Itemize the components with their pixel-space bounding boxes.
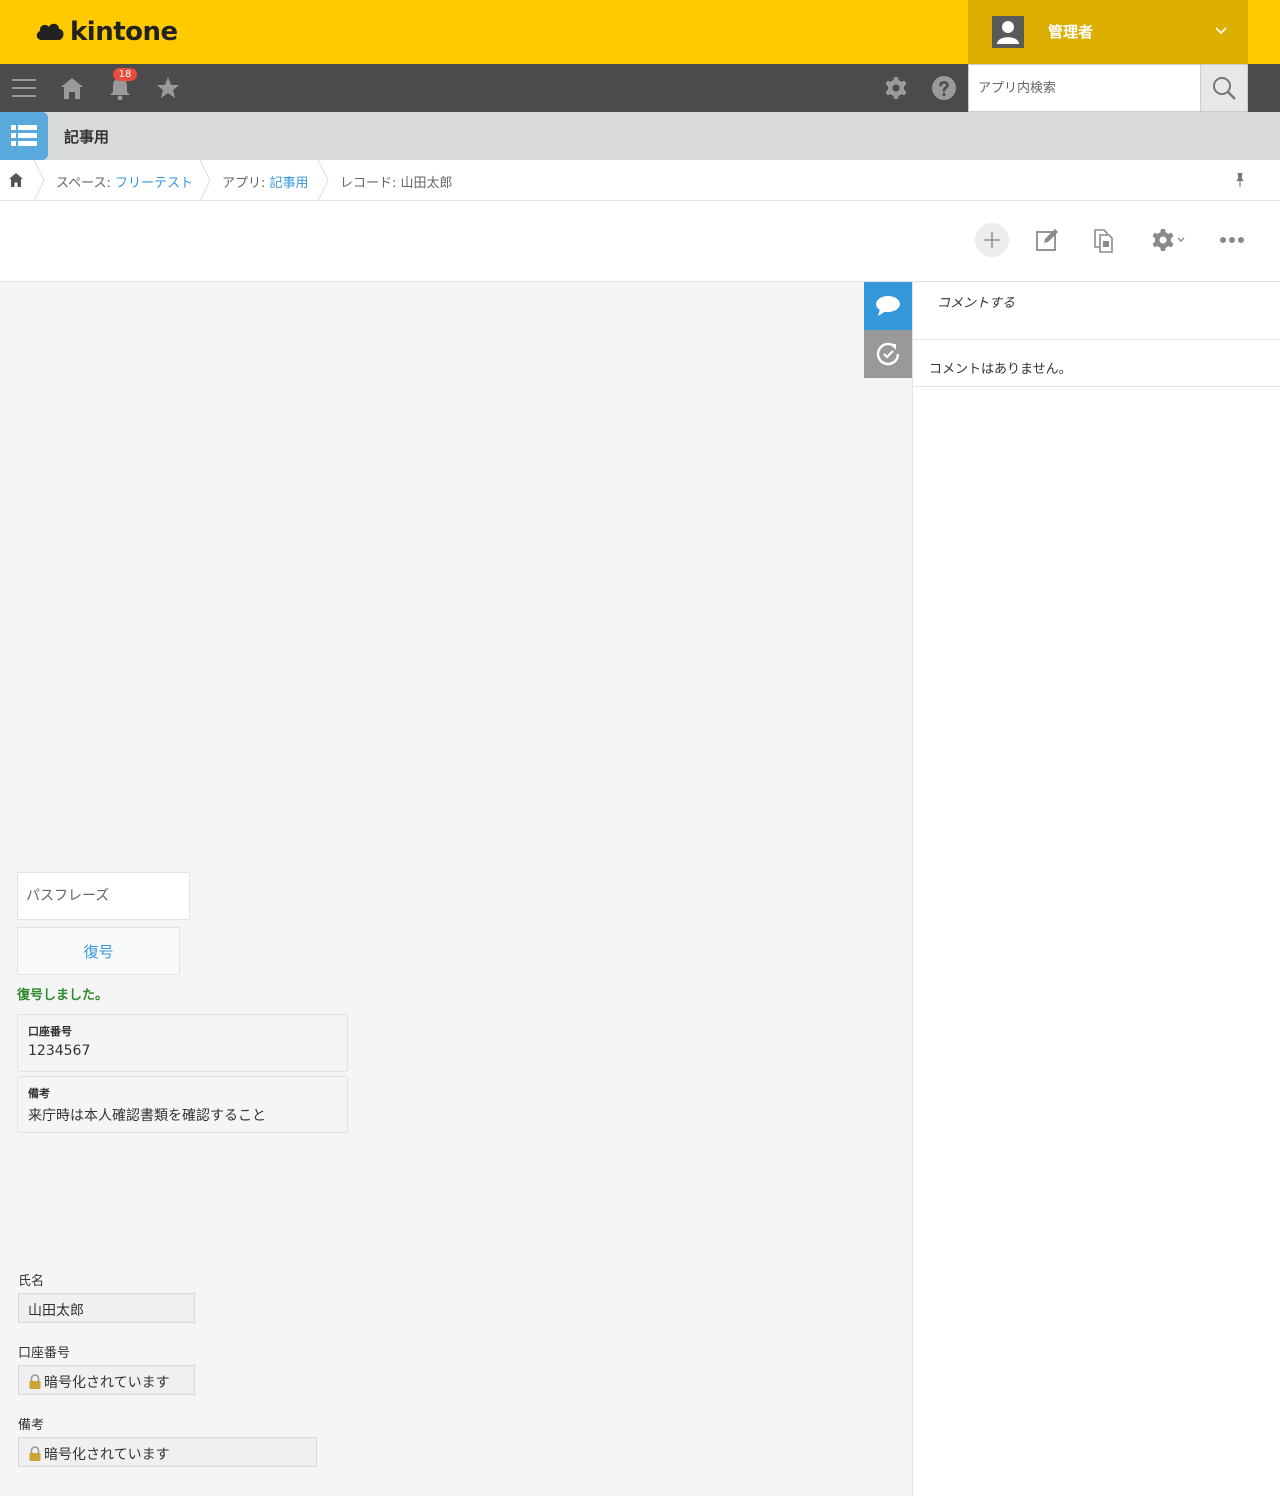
logo-text: kintone — [70, 17, 178, 47]
decrypt-button[interactable]: 復号 — [17, 927, 180, 975]
favorites-button[interactable] — [154, 74, 182, 102]
comment-input[interactable]: コメントする — [913, 282, 1280, 340]
encrypted-text: 暗号化されています — [44, 1447, 170, 1463]
decrypted-field-label: 備考 — [28, 1087, 50, 1100]
passphrase-input[interactable] — [17, 872, 190, 920]
breadcrumb-separator — [33, 160, 45, 201]
star-icon — [157, 77, 179, 98]
chevron-down-icon — [1177, 237, 1185, 242]
encrypted-text: 暗号化されています — [44, 1375, 170, 1391]
home-icon — [61, 78, 83, 99]
decrypted-field-value: 来庁時は本人確認書類を確認すること — [28, 1108, 266, 1124]
breadcrumb-app-label: アプリ: — [222, 176, 270, 191]
menu-button[interactable] — [10, 74, 38, 102]
user-name: 管理者 — [1048, 23, 1094, 41]
notification-badge: 18 — [113, 68, 137, 81]
decrypted-field-notes: 備考 来庁時は本人確認書類を確認すること — [17, 1076, 348, 1133]
field-label-account: 口座番号 — [18, 1346, 71, 1361]
decrypted-field-account: 口座番号 1234567 — [17, 1014, 348, 1072]
app-icon[interactable] — [0, 112, 48, 160]
ellipsis-icon — [1220, 237, 1244, 243]
breadcrumb-separator — [199, 160, 211, 201]
sidebar-tabs — [864, 282, 912, 378]
field-label-notes: 備考 — [18, 1418, 45, 1433]
record-settings-button[interactable] — [1143, 223, 1193, 257]
breadcrumb-app: アプリ: 記事用 — [222, 172, 309, 191]
breadcrumb-app-link[interactable]: 記事用 — [270, 176, 309, 191]
app-title-bar — [0, 112, 1280, 160]
duplicate-record-button[interactable] — [1086, 223, 1120, 257]
comment-panel: コメントする コメントはありません。 — [912, 282, 1280, 1496]
kintone-cloud-icon — [36, 23, 64, 40]
list-icon — [11, 125, 37, 146]
app-search-input[interactable] — [969, 65, 1200, 111]
record-action-bar — [0, 201, 1280, 282]
search-button[interactable] — [1200, 64, 1248, 112]
breadcrumb-separator — [317, 160, 329, 201]
global-header: kintone 管理者 — [0, 0, 1280, 64]
breadcrumb-record: レコード: 山田太郎 — [340, 176, 453, 191]
tab-comments[interactable] — [864, 282, 912, 330]
user-icon — [997, 21, 1019, 44]
more-actions-button[interactable] — [1215, 223, 1249, 257]
decrypted-field-label: 口座番号 — [28, 1025, 72, 1038]
plus-icon — [984, 232, 1000, 248]
pencil-icon — [1036, 229, 1058, 251]
field-value-account: 暗号化されています — [18, 1365, 195, 1395]
decrypt-success-message: 復号しました。 — [17, 988, 109, 1003]
question-icon — [932, 76, 956, 100]
home-button[interactable] — [58, 74, 86, 102]
kintone-logo[interactable]: kintone — [34, 16, 178, 48]
breadcrumb-space-link[interactable]: フリーテスト — [115, 176, 193, 191]
field-value-name: 山田太郎 — [18, 1293, 195, 1323]
no-comment-text: コメントはありません。 — [913, 340, 1280, 387]
user-avatar — [992, 16, 1024, 48]
app-title[interactable]: 記事用 — [64, 126, 109, 147]
chevron-down-icon — [1215, 27, 1227, 35]
history-icon — [876, 342, 900, 366]
decrypted-field-value: 1234567 — [28, 1043, 91, 1059]
add-record-button[interactable] — [975, 223, 1009, 257]
breadcrumb: スペース: フリーテスト アプリ: 記事用 レコード: 山田太郎 — [0, 160, 1280, 201]
breadcrumb-space: スペース: フリーテスト — [56, 172, 193, 191]
gear-icon — [1152, 229, 1174, 251]
comment-icon — [876, 296, 900, 316]
lock-icon — [29, 1446, 41, 1461]
gear-icon — [885, 77, 907, 99]
hamburger-icon — [12, 79, 36, 97]
search-icon — [1213, 77, 1236, 100]
app-search-box — [968, 64, 1200, 112]
help-button[interactable] — [930, 74, 958, 102]
user-menu[interactable]: 管理者 — [968, 0, 1248, 64]
pin-icon[interactable] — [1232, 172, 1248, 188]
field-value-notes: 暗号化されています — [18, 1437, 317, 1467]
edit-record-button[interactable] — [1030, 223, 1064, 257]
copy-icon — [1094, 229, 1113, 253]
field-label-name: 氏名 — [18, 1274, 45, 1289]
tab-history[interactable] — [864, 330, 912, 378]
home-icon[interactable] — [8, 172, 24, 188]
breadcrumb-space-label: スペース: — [56, 176, 115, 191]
settings-button[interactable] — [882, 74, 910, 102]
lock-icon — [29, 1374, 41, 1389]
